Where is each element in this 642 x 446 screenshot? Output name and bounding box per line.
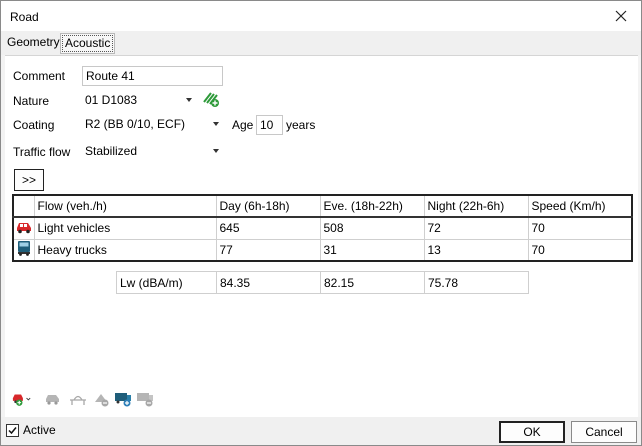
table-row[interactable]: Heavy trucks 77 31 13 70 <box>12 238 633 262</box>
eve-flow-cell[interactable]: 31 <box>319 238 425 262</box>
vehicle-icon-cell <box>12 238 35 262</box>
car-icon <box>16 222 31 234</box>
dialog-footer: Active OK Cancel <box>1 417 641 445</box>
age-field[interactable]: 10 <box>256 115 283 135</box>
bridge-icon[interactable] <box>68 390 88 408</box>
table-header-row: Flow (veh./h) Day (6h-18h) Eve. (18h-22h… <box>12 194 633 218</box>
add-truck-icon[interactable] <box>114 390 134 408</box>
chevron-down-icon <box>213 149 219 153</box>
tab-geometry[interactable]: Geometry <box>3 33 64 54</box>
chevron-down-icon <box>186 98 192 102</box>
coating-value: R2 (BB 0/10, ECF) <box>85 117 186 131</box>
close-button[interactable] <box>607 4 635 28</box>
nature-select[interactable]: 01 D1083 <box>82 90 196 110</box>
checkmark-icon <box>8 427 17 435</box>
close-icon <box>615 10 627 22</box>
lw-day-cell: 84.35 <box>216 271 321 294</box>
truck-icon <box>17 241 30 257</box>
header-cell: Night (22h-6h) <box>423 194 529 218</box>
vehicle-name-cell: Heavy trucks <box>33 238 217 262</box>
add-vehicle-icon[interactable] <box>12 390 32 408</box>
nature-edit-icon[interactable] <box>202 90 220 108</box>
header-cell: Flow (veh./h) <box>33 194 217 218</box>
eve-flow-cell[interactable]: 508 <box>319 216 425 240</box>
coating-label: Coating <box>13 118 55 132</box>
age-label: Age <box>232 118 254 132</box>
expand-button[interactable]: >> <box>14 169 44 191</box>
table-row: Lw (dBA/m) 84.35 82.15 75.78 <box>116 271 529 294</box>
coating-select[interactable]: R2 (BB 0/10, ECF) <box>82 114 223 134</box>
window-title: Road <box>10 10 39 24</box>
night-flow-cell[interactable]: 72 <box>423 216 529 240</box>
delete-truck-icon[interactable] <box>136 390 156 408</box>
tab-acoustic[interactable]: Acoustic <box>60 33 116 54</box>
lw-label-cell: Lw (dBA/m) <box>116 271 217 294</box>
speed-cell[interactable]: 70 <box>527 238 633 262</box>
table-row[interactable]: Light vehicles 645 508 72 70 <box>12 216 633 240</box>
cancel-button[interactable]: Cancel <box>571 421 637 443</box>
acoustic-panel: Comment Route 41 Nature 01 D1083 Coating… <box>5 55 638 417</box>
title-bar: Road <box>1 1 641 31</box>
traffic-flow-select[interactable]: Stabilized <box>82 141 223 161</box>
vehicle-name-cell: Light vehicles <box>33 216 217 240</box>
tab-strip: Geometry Acoustic <box>1 31 641 55</box>
vehicle-icon-cell <box>12 216 35 240</box>
delete-vehicle-icon[interactable] <box>92 390 112 408</box>
comment-label: Comment <box>13 69 66 83</box>
header-cell: Speed (Km/h) <box>527 194 633 218</box>
lw-eve-cell: 82.15 <box>320 271 425 294</box>
traffic-flow-value: Stabilized <box>85 144 138 158</box>
night-flow-cell[interactable]: 13 <box>423 238 529 262</box>
header-cell: Eve. (18h-22h) <box>319 194 425 218</box>
lw-night-cell: 75.78 <box>424 271 529 294</box>
traffic-flow-label: Traffic flow <box>13 145 71 159</box>
header-cell: Day (6h-18h) <box>215 194 321 218</box>
traffic-flow-table: Flow (veh./h) Day (6h-18h) Eve. (18h-22h… <box>12 194 633 262</box>
chevron-down-icon <box>213 122 219 126</box>
road-dialog: Road Geometry Acoustic Comment Route 41 … <box>0 0 642 446</box>
active-label: Active <box>23 423 56 437</box>
day-flow-cell[interactable]: 645 <box>215 216 321 240</box>
edit-vehicle-icon[interactable] <box>44 390 64 408</box>
speed-cell[interactable]: 70 <box>527 216 633 240</box>
ok-button[interactable]: OK <box>499 421 565 443</box>
lw-table: Lw (dBA/m) 84.35 82.15 75.78 <box>116 271 529 294</box>
active-checkbox[interactable] <box>6 424 19 437</box>
header-cell <box>12 194 35 218</box>
nature-value: 01 D1083 <box>85 93 138 107</box>
day-flow-cell[interactable]: 77 <box>215 238 321 262</box>
age-unit: years <box>286 118 316 132</box>
comment-field[interactable]: Route 41 <box>82 66 223 86</box>
nature-label: Nature <box>13 94 50 108</box>
